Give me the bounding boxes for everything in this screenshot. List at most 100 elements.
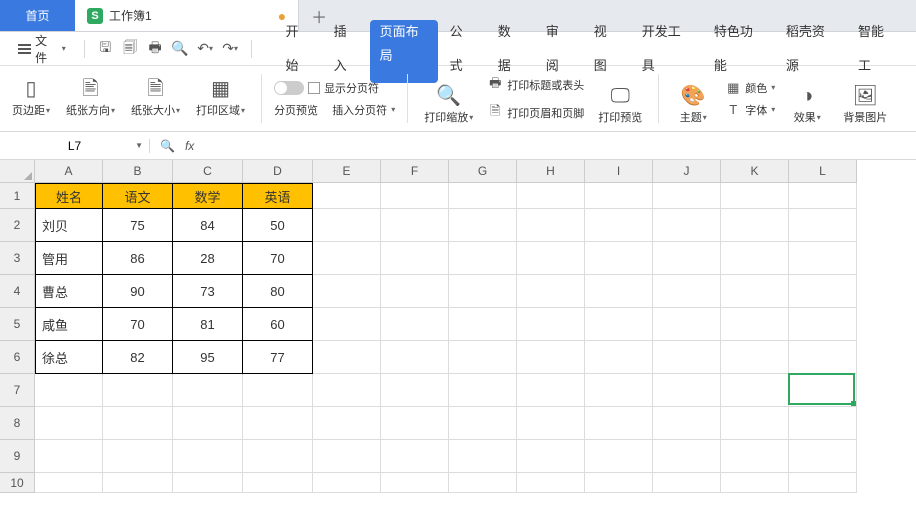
cell-H5[interactable] xyxy=(517,308,585,341)
row-header-6[interactable]: 6 xyxy=(0,341,35,374)
cell-D9[interactable] xyxy=(243,440,313,473)
cell-F2[interactable] xyxy=(381,209,449,242)
effects-button[interactable]: ◑效果▾ xyxy=(785,70,829,127)
theme-color-button[interactable]: ▦颜色▾ xyxy=(725,80,775,96)
cell-E10[interactable] xyxy=(313,473,381,493)
cell-J1[interactable] xyxy=(653,183,721,209)
cell-G4[interactable] xyxy=(449,275,517,308)
cell-D4[interactable]: 80 xyxy=(243,275,313,308)
cell-C3[interactable]: 28 xyxy=(173,242,243,275)
cell-K5[interactable] xyxy=(721,308,789,341)
name-box[interactable]: ▼ xyxy=(0,139,150,153)
cell-J2[interactable] xyxy=(653,209,721,242)
cell-B2[interactable]: 75 xyxy=(103,209,173,242)
cell-L1[interactable] xyxy=(789,183,857,209)
col-header-I[interactable]: I xyxy=(585,160,653,183)
cell-A8[interactable] xyxy=(35,407,103,440)
cell-H6[interactable] xyxy=(517,341,585,374)
chevron-down-icon[interactable]: ▼ xyxy=(135,141,143,150)
cell-K6[interactable] xyxy=(721,341,789,374)
cell-H4[interactable] xyxy=(517,275,585,308)
cell-A5[interactable]: 咸鱼 xyxy=(35,308,103,341)
cell-G10[interactable] xyxy=(449,473,517,493)
cell-A9[interactable] xyxy=(35,440,103,473)
cell-F9[interactable] xyxy=(381,440,449,473)
cell-B1[interactable]: 语文 xyxy=(103,183,173,209)
cell-D8[interactable] xyxy=(243,407,313,440)
cell-I5[interactable] xyxy=(585,308,653,341)
cell-H2[interactable] xyxy=(517,209,585,242)
print-icon[interactable]: 🖶 xyxy=(145,38,166,60)
cell-D7[interactable] xyxy=(243,374,313,407)
orientation-button[interactable]: 🖹纸张方向▾ xyxy=(62,77,119,120)
cell-G1[interactable] xyxy=(449,183,517,209)
formula-input[interactable] xyxy=(204,138,906,153)
cell-I2[interactable] xyxy=(585,209,653,242)
theme-button[interactable]: 🎨主题▾ xyxy=(671,70,715,127)
cell-E6[interactable] xyxy=(313,341,381,374)
cell-K3[interactable] xyxy=(721,242,789,275)
cell-I4[interactable] xyxy=(585,275,653,308)
cell-I3[interactable] xyxy=(585,242,653,275)
cell-E9[interactable] xyxy=(313,440,381,473)
cell-B7[interactable] xyxy=(103,374,173,407)
cell-B6[interactable]: 82 xyxy=(103,341,173,374)
cell-L9[interactable] xyxy=(789,440,857,473)
undo-icon[interactable]: ↶▾ xyxy=(195,38,216,60)
cell-L3[interactable] xyxy=(789,242,857,275)
cell-E4[interactable] xyxy=(313,275,381,308)
cell-B8[interactable] xyxy=(103,407,173,440)
cell-L5[interactable] xyxy=(789,308,857,341)
cell-E2[interactable] xyxy=(313,209,381,242)
cell-K10[interactable] xyxy=(721,473,789,493)
cell-D6[interactable]: 77 xyxy=(243,341,313,374)
cell-F8[interactable] xyxy=(381,407,449,440)
cell-J7[interactable] xyxy=(653,374,721,407)
cell-C8[interactable] xyxy=(173,407,243,440)
col-header-J[interactable]: J xyxy=(653,160,721,183)
print-preview-icon[interactable]: 🔍 xyxy=(170,38,191,60)
cell-A7[interactable] xyxy=(35,374,103,407)
col-header-C[interactable]: C xyxy=(173,160,243,183)
cell-B4[interactable]: 90 xyxy=(103,275,173,308)
cell-J8[interactable] xyxy=(653,407,721,440)
cell-G6[interactable] xyxy=(449,341,517,374)
cell-A3[interactable]: 管用 xyxy=(35,242,103,275)
cell-I6[interactable] xyxy=(585,341,653,374)
col-header-D[interactable]: D xyxy=(243,160,313,183)
cell-G7[interactable] xyxy=(449,374,517,407)
cell-B10[interactable] xyxy=(103,473,173,493)
col-header-B[interactable]: B xyxy=(103,160,173,183)
row-header-2[interactable]: 2 xyxy=(0,209,35,242)
cell-E8[interactable] xyxy=(313,407,381,440)
redo-icon[interactable]: ↷▾ xyxy=(220,38,241,60)
cell-A6[interactable]: 徐总 xyxy=(35,341,103,374)
col-header-K[interactable]: K xyxy=(721,160,789,183)
cell-F10[interactable] xyxy=(381,473,449,493)
cell-E1[interactable] xyxy=(313,183,381,209)
print-area-button[interactable]: ▦打印区域▾ xyxy=(192,77,249,120)
cell-K4[interactable] xyxy=(721,275,789,308)
cell-K8[interactable] xyxy=(721,407,789,440)
cell-J6[interactable] xyxy=(653,341,721,374)
cell-H9[interactable] xyxy=(517,440,585,473)
cell-A2[interactable]: 刘贝 xyxy=(35,209,103,242)
row-header-1[interactable]: 1 xyxy=(0,183,35,209)
cell-D2[interactable]: 50 xyxy=(243,209,313,242)
cell-K7[interactable] xyxy=(721,374,789,407)
cell-G3[interactable] xyxy=(449,242,517,275)
cell-C10[interactable] xyxy=(173,473,243,493)
cell-G9[interactable] xyxy=(449,440,517,473)
cell-C9[interactable] xyxy=(173,440,243,473)
cell-L7[interactable] xyxy=(789,374,857,407)
print-scale-button[interactable]: 🔍打印缩放▾ xyxy=(420,70,477,127)
cell-L4[interactable] xyxy=(789,275,857,308)
cell-C6[interactable]: 95 xyxy=(173,341,243,374)
cell-C4[interactable]: 73 xyxy=(173,275,243,308)
row-header-5[interactable]: 5 xyxy=(0,308,35,341)
cell-H8[interactable] xyxy=(517,407,585,440)
cell-L2[interactable] xyxy=(789,209,857,242)
cell-B9[interactable] xyxy=(103,440,173,473)
cell-E5[interactable] xyxy=(313,308,381,341)
cell-B5[interactable]: 70 xyxy=(103,308,173,341)
